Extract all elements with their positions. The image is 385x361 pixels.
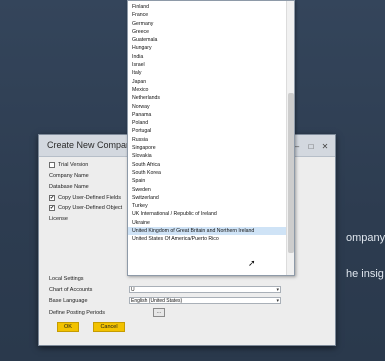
copy-udf-checkbox[interactable]: ✔ [49,195,55,201]
copy-udo-row: ✔ Copy User-Defined Object [49,205,122,211]
trial-version-row: Trial Version [49,162,88,168]
maximize-icon[interactable]: □ [305,140,317,152]
copy-udf-label: Copy User-Defined Fields [58,195,121,201]
base-language-value: English (United States) [131,298,183,304]
copy-udo-label: Copy User-Defined Object [58,205,123,211]
local-settings-label: Local Settings [49,276,84,282]
base-language-label: Base Language [49,298,88,304]
dropdown-item[interactable]: Russia [128,136,287,144]
base-language-select[interactable]: English (United States) ▾ [129,297,281,304]
dialog-title: Create New Compan [47,140,132,150]
database-name-label: Database Name [49,184,89,190]
dropdown-item[interactable]: Poland [128,119,287,127]
chevron-down-icon: ▾ [276,298,279,304]
chart-of-accounts-label: Chart of Accounts [49,287,93,293]
dropdown-item[interactable]: Mexico [128,86,287,94]
chart-of-accounts-select[interactable]: U ▾ [129,286,281,293]
ok-button[interactable]: OK [57,322,79,332]
dropdown-item[interactable]: Guatemala [128,36,287,44]
dropdown-item[interactable]: Singapore [128,144,287,152]
define-posting-periods-label: Define Posting Periods [49,310,105,316]
dropdown-item[interactable]: Finland [128,3,287,11]
dropdown-list: Finland France Germany Greece Guatemala Hunga… [128,3,287,244]
dropdown-item[interactable]: Netherlands [128,94,287,102]
dropdown-item[interactable]: Slovakia [128,152,287,160]
background-text-1: ompany [346,232,385,244]
chevron-down-icon: ▾ [276,287,279,293]
dropdown-item[interactable]: Sweden [128,186,287,194]
local-settings-dropdown[interactable]: Finland France Germany Greece Guatemala Hunga… [127,0,295,276]
dropdown-item[interactable]: India [128,53,287,61]
dropdown-item[interactable]: France [128,11,287,19]
dropdown-item[interactable]: Spain [128,177,287,185]
dropdown-item[interactable]: Japan [128,78,287,86]
mouse-cursor-icon: ➚ [248,258,256,268]
copy-udf-row: ✔ Copy User-Defined Fields [49,195,121,201]
dropdown-item[interactable]: Portugal [128,127,287,135]
dropdown-item[interactable]: Panama [128,111,287,119]
dropdown-item[interactable]: Germany [128,20,287,28]
trial-version-label: Trial Version [58,162,89,168]
dropdown-item[interactable]: Norway [128,103,287,111]
scrollbar-thumb[interactable] [288,93,294,253]
dropdown-item[interactable]: Greece [128,28,287,36]
background-text-2: he insig [346,268,384,280]
dropdown-item[interactable]: Italy [128,69,287,77]
dropdown-item[interactable]: Switzerland [128,194,287,202]
posting-periods-button[interactable]: ... [153,308,165,317]
copy-udo-checkbox[interactable]: ✔ [49,205,55,211]
dropdown-item[interactable]: United States Of America/Puerto Rico [128,235,287,243]
dropdown-item[interactable]: United Kingdom of Great Britain and Nort… [128,227,287,236]
license-label: License [49,216,68,222]
chart-of-accounts-value: U [131,287,135,293]
dropdown-item[interactable]: South Korea [128,169,287,177]
dropdown-item[interactable]: Turkey [128,202,287,210]
dropdown-item[interactable]: Ukraine [128,219,287,227]
dropdown-item[interactable]: South Africa [128,161,287,169]
cancel-button[interactable]: Cancel [93,322,125,332]
dropdown-item[interactable]: UK International / Republic of Ireland [128,210,287,218]
trial-version-checkbox[interactable] [49,162,55,168]
dropdown-item[interactable]: Hungary [128,44,287,52]
dropdown-item[interactable]: Israel [128,61,287,69]
dropdown-scrollbar[interactable] [286,1,294,275]
window-buttons: – □ ✕ [291,140,331,152]
close-icon[interactable]: ✕ [319,140,331,152]
company-name-label: Company Name [49,173,89,179]
